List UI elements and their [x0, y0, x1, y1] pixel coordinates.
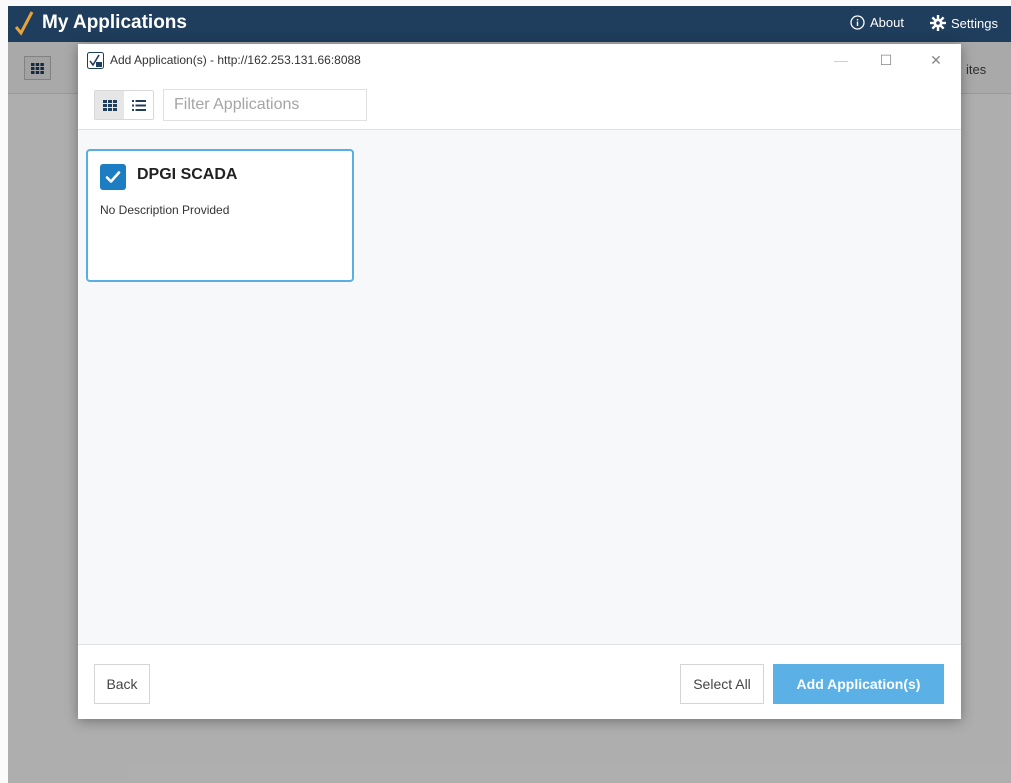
minimize-button[interactable]: —	[826, 49, 856, 71]
add-applications-dialog: Add Application(s) - http://162.253.131.…	[78, 44, 961, 719]
app-header: My Applications About Settings	[8, 6, 1011, 42]
list-view-button[interactable]	[124, 91, 153, 119]
app-title: My Applications	[42, 12, 187, 33]
application-card[interactable]: DPGI SCADA No Description Provided	[86, 149, 354, 282]
app-window-icon	[87, 52, 104, 69]
checkmark-logo-icon	[14, 11, 34, 36]
gear-icon	[930, 15, 946, 31]
list-icon	[131, 99, 146, 111]
selected-checkbox[interactable]	[100, 164, 126, 190]
checkmark-icon	[105, 171, 121, 183]
settings-link[interactable]: Settings	[930, 15, 998, 31]
about-link[interactable]: About	[850, 15, 904, 30]
application-name: DPGI SCADA	[137, 166, 238, 183]
dialog-toolbar	[78, 77, 961, 130]
filter-applications-input[interactable]	[163, 89, 367, 121]
select-all-button[interactable]: Select All	[680, 664, 764, 704]
application-description: No Description Provided	[100, 203, 230, 217]
dialog-titlebar[interactable]: Add Application(s) - http://162.253.131.…	[78, 44, 961, 77]
settings-label: Settings	[951, 15, 998, 31]
dialog-title: Add Application(s) - http://162.253.131.…	[110, 53, 361, 67]
close-button[interactable]: ✕	[921, 49, 951, 71]
maximize-button[interactable]: ☐	[871, 49, 901, 71]
view-toggle	[94, 90, 154, 120]
add-applications-button[interactable]: Add Application(s)	[773, 664, 944, 704]
back-button[interactable]: Back	[94, 664, 150, 704]
grid-view-button[interactable]	[95, 91, 124, 119]
about-label: About	[870, 15, 904, 30]
grid-icon	[102, 99, 117, 111]
info-icon	[850, 15, 865, 30]
dialog-footer: Back Select All Add Application(s)	[78, 644, 961, 719]
